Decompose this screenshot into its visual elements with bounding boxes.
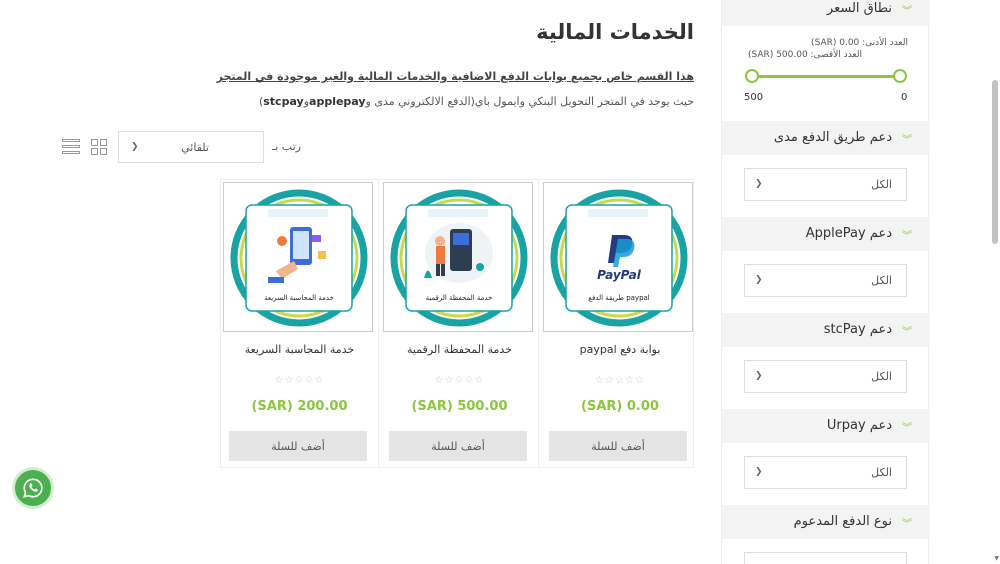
product-name[interactable]: خدمة المحاسبة السريعة: [221, 343, 378, 356]
filter-select-value: الكل: [871, 274, 892, 287]
product-image[interactable]: PayPal طريقة الدفع paypal: [543, 182, 693, 332]
chevron-down-icon: ︾: [902, 6, 912, 17]
product-grid: خدمة المحاسبة السريعة خدمة المحاسبة السر…: [220, 179, 694, 468]
product-image[interactable]: خدمة المحفظة الرقمية: [383, 182, 533, 332]
svg-text:خدمة المحاسبة السريعة: خدمة المحاسبة السريعة: [264, 294, 334, 302]
list-view-icon[interactable]: [62, 139, 80, 155]
chevron-down-icon: ︾: [902, 423, 912, 434]
product-card[interactable]: PayPal طريقة الدفع paypal بوابة دفع payp…: [541, 180, 699, 467]
filter-select-applepay[interactable]: الكل ❯: [744, 264, 907, 297]
filter-select-urpay[interactable]: الكل ❯: [744, 456, 907, 489]
page-scrollbar[interactable]: [992, 80, 998, 244]
product-price: (SAR) 0.00: [581, 399, 659, 414]
filter-title: دعم Urpay: [826, 418, 892, 433]
product-image[interactable]: خدمة المحاسبة السريعة: [223, 182, 373, 332]
price-min-text: العدد الأدنى: 0.00 (SAR): [811, 38, 908, 48]
sort-label: رتب بـ: [272, 140, 301, 153]
scroll-down-arrow-icon[interactable]: ▼: [994, 555, 999, 562]
product-price: (SAR) 200.00: [251, 399, 348, 414]
price-slider-handle-min[interactable]: [893, 69, 907, 83]
add-to-cart-button[interactable]: أضف للسلة: [229, 431, 367, 461]
rating-stars: ☆☆☆☆☆: [274, 375, 325, 386]
filter-header-price-range[interactable]: نطاق السعر ︾: [722, 0, 930, 26]
rating-stars: ☆☆☆☆☆: [595, 375, 645, 386]
grid-view-icon[interactable]: [91, 139, 107, 155]
product-name[interactable]: خدمة المحفظة الرقمية: [381, 343, 538, 356]
filter-select-value: الكل: [871, 370, 892, 383]
filter-select-mada[interactable]: الكل ❯: [744, 168, 907, 201]
whatsapp-icon: [23, 478, 43, 498]
sort-select-value: تلقائي: [181, 141, 209, 154]
filter-header-stcpay[interactable]: دعم stcPay ︾: [722, 313, 930, 347]
svg-text:خدمة المحفظة الرقمية: خدمة المحفظة الرقمية: [426, 294, 493, 302]
chevron-down-icon: ❯: [755, 371, 763, 381]
chevron-down-icon: ︾: [902, 135, 912, 146]
chevron-down-icon: ︾: [902, 519, 912, 530]
price-slider-handle-max[interactable]: [745, 69, 759, 83]
chevron-down-icon: ❯: [755, 467, 763, 477]
price-max-text: العدد الأقصى: 500.00 (SAR): [748, 50, 862, 60]
filter-header-applepay[interactable]: دعم ApplePay ︾: [722, 217, 930, 251]
price-range-min-label: 0: [901, 92, 908, 103]
category-description-secondary: حيث يوجد في المتجر التحويل البنكي وايمول…: [258, 95, 694, 108]
filter-select-value: الكل: [871, 466, 892, 479]
rating-stars: ☆☆☆☆☆: [434, 375, 485, 386]
sort-select[interactable]: تلقائي ❯: [118, 131, 264, 163]
product-card[interactable]: خدمة المحفظة الرقمية خدمة المحفظة الرقمي…: [381, 180, 539, 467]
filter-title: دعم stcPay: [823, 322, 892, 337]
add-to-cart-button[interactable]: أضف للسلة: [549, 431, 687, 461]
filters-sidebar: نطاق السعر ︾ العدد الأدنى: 0.00 (SAR) ال…: [721, 0, 930, 564]
whatsapp-button[interactable]: [12, 467, 54, 509]
chevron-down-icon: ︾: [902, 327, 912, 338]
add-to-cart-button[interactable]: أضف للسلة: [389, 431, 527, 461]
filter-title: دعم ApplePay: [805, 226, 892, 241]
filter-header-urpay[interactable]: دعم Urpay ︾: [722, 409, 930, 443]
svg-text:PayPal: PayPal: [597, 268, 642, 282]
product-name[interactable]: بوابة دفع paypal: [541, 343, 699, 356]
category-description: هذا القسم خاص بجميع بوابات الدفع الاضافي…: [216, 70, 694, 83]
page-title: الخدمات المالية: [536, 20, 694, 44]
filter-select-stcpay[interactable]: الكل ❯: [744, 360, 907, 393]
filter-select-payment-type[interactable]: [744, 552, 907, 564]
price-slider-track[interactable]: [752, 75, 900, 78]
filter-title: نوع الدفع المدعوم: [793, 514, 892, 529]
svg-text:طريقة الدفع paypal: طريقة الدفع paypal: [588, 294, 650, 302]
filter-title: دعم طريق الدفع مدى: [773, 130, 892, 145]
filter-title: نطاق السعر: [826, 1, 892, 16]
price-range-filter: العدد الأدنى: 0.00 (SAR) العدد الأقصى: 5…: [722, 26, 930, 121]
product-card[interactable]: خدمة المحاسبة السريعة خدمة المحاسبة السر…: [221, 180, 379, 467]
chevron-down-icon: ︾: [902, 231, 912, 242]
chevron-down-icon: ❯: [755, 179, 763, 189]
product-price: (SAR) 500.00: [411, 399, 508, 414]
chevron-down-icon: ❯: [131, 142, 139, 152]
chevron-down-icon: ❯: [755, 275, 763, 285]
products-toolbar: تلقائي ❯ رتب بـ: [60, 131, 301, 163]
filter-header-payment-type[interactable]: نوع الدفع المدعوم ︾: [722, 505, 930, 539]
filter-header-mada[interactable]: دعم طريق الدفع مدى ︾: [722, 121, 930, 155]
filter-select-value: الكل: [871, 178, 892, 191]
price-range-max-label: 500: [744, 92, 764, 103]
main-content: الخدمات المالية هذا القسم خاص بجميع بواب…: [60, 0, 696, 564]
